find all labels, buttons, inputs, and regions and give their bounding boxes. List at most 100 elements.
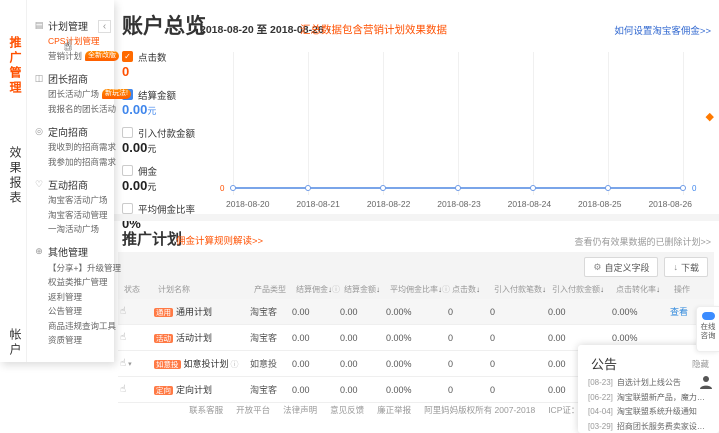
rail-item-promotion[interactable]: 推广管理	[7, 36, 24, 96]
chart-x-label: 2018-08-25	[578, 199, 621, 209]
chart-data-point[interactable]	[305, 185, 311, 191]
footer-link-feedback[interactable]: 意见反馈	[330, 404, 364, 416]
sidebar-item-rebate-manage[interactable]: 返利管理	[27, 290, 114, 305]
col-avg-commission-rate[interactable]: 平均佣金比率↓ⓘ	[390, 284, 452, 295]
sidebar-collapse-button[interactable]: ‹	[98, 20, 111, 33]
sidebar-item-taoke-activity-manage[interactable]: 淘宝客活动管理	[27, 208, 114, 223]
promoting-status-icon[interactable]: ☝	[120, 358, 126, 369]
target-icon: ◎	[34, 126, 44, 137]
customer-service-person-icon[interactable]	[698, 374, 714, 390]
sidebar-item-taoke-activity-plaza[interactable]: 淘宝客活动广场	[27, 193, 114, 208]
rail-item-reports[interactable]: 效果报表	[7, 146, 24, 206]
sidebar-item-qualification-manage[interactable]: 资质管理	[27, 333, 114, 348]
announcement-item[interactable]: [08-23]自选计划上线公告	[588, 377, 711, 392]
heart-icon: ♡	[34, 179, 44, 190]
chart-data-point[interactable]	[230, 185, 236, 191]
chart-gridline	[383, 52, 384, 195]
sidebar-item-announcement-manage[interactable]: 公告管理	[27, 304, 114, 319]
plan-badge: 通用	[154, 308, 173, 317]
sidebar-item-my-leader-activities[interactable]: 我报名的团长活动	[27, 102, 114, 117]
info-icon: ⓘ	[442, 285, 450, 294]
metric-value: 0	[122, 64, 230, 79]
chart-gridline	[308, 52, 309, 195]
download-icon: ↓	[673, 262, 678, 272]
table-row-general-plan[interactable]: ☝ 通用通用计划 淘宝客 0.00 0.00 0.00% 0 0 0.00 0.…	[118, 299, 714, 325]
chart-x-label: 2018-08-24	[508, 199, 551, 209]
sidebar-item-joined-requests[interactable]: 我参加的招商需求	[27, 155, 114, 170]
chart-data-point[interactable]	[530, 185, 536, 191]
chart-data-point[interactable]	[455, 185, 461, 191]
rail-item-account[interactable]: 帐户	[7, 328, 24, 358]
chart-data-point[interactable]	[605, 185, 611, 191]
chart-data-point[interactable]	[680, 185, 686, 191]
sidebar-group-targeted-recruit[interactable]: ◎ 定向招商	[27, 122, 114, 140]
sidebar-item-share-plus[interactable]: 【分享+】升级管理	[27, 261, 114, 276]
col-settled-commission[interactable]: 结算佣金↓ⓘ	[296, 284, 344, 295]
plan-badge: 活动	[154, 334, 173, 343]
sidebar-group-other-management[interactable]: ⊕ 其他管理	[27, 243, 114, 261]
metric-intro-payment-amount: 引入付款金额 0.00元	[122, 126, 230, 155]
metric-value: 0.00元	[122, 178, 230, 193]
sidebar-group-interactive-recruit[interactable]: ♡ 互动招商	[27, 175, 114, 193]
caret-down-icon[interactable]: ▾	[128, 361, 132, 368]
primary-nav-rail: 推广管理 效果报表 帐户	[0, 0, 27, 362]
custom-fields-button[interactable]: ⚙ 自定义字段	[584, 257, 658, 277]
col-product-type: 产品类型	[254, 284, 296, 295]
chart-x-label: 2018-08-22	[367, 199, 410, 209]
sidebar-item-etao-plaza[interactable]: 一淘活动广场	[27, 222, 114, 237]
footer-link-legal[interactable]: 法律声明	[283, 404, 317, 416]
announcement-item[interactable]: [04-04]淘宝联盟系统升级通知	[588, 406, 711, 421]
announcement-item[interactable]: [03-29]招商团长服务费卖家设置教程	[588, 421, 711, 433]
promoting-status-icon[interactable]: ☝	[120, 332, 126, 343]
online-chat-widget[interactable]: 在线咨询	[696, 306, 719, 352]
col-plan-name: 计划名称	[158, 284, 254, 295]
col-click-conversion[interactable]: 点击转化率↓	[616, 284, 674, 295]
sidebar-item-marketing-plan[interactable]: 营销计划 全新改版	[27, 49, 114, 64]
group-title: 互动招商	[48, 177, 88, 192]
promoting-status-icon[interactable]: ☝	[120, 306, 126, 317]
summary-note: 汇总数据包含营销计划效果数据	[300, 22, 447, 37]
deleted-plans-link[interactable]: 查看仍有效果数据的已删除计划>>	[574, 235, 711, 248]
metric-clicks: ✓ 点击数 0	[122, 50, 230, 79]
left-navigation-panel: 推广管理 效果报表 帐户 ▤ 计划管理 CPS计划管理 营销计划 全新改版 ◫ …	[0, 0, 114, 362]
col-clicks[interactable]: 点击数↓	[452, 284, 494, 295]
intro-payment-checkbox[interactable]	[122, 127, 133, 138]
account-overview-page: 推广管理 效果报表 帐户 ▤ 计划管理 CPS计划管理 营销计划 全新改版 ◫ …	[0, 0, 719, 433]
sidebar-group-leader-recruit[interactable]: ◫ 团长招商	[27, 69, 114, 87]
chart-gridline	[458, 52, 459, 195]
clicks-checkbox[interactable]: ✓	[122, 51, 133, 62]
plan-badge: 如意投	[154, 360, 181, 369]
sort-desc-icon: ↓	[600, 285, 604, 294]
footer-link-contact[interactable]: 联系客服	[189, 404, 223, 416]
sidebar-item-cps-plan[interactable]: CPS计划管理	[27, 34, 114, 49]
view-link[interactable]: 查看	[670, 307, 688, 317]
sort-desc-icon: ↓	[476, 285, 480, 294]
plus-circle-icon: ⊕	[34, 246, 44, 257]
commission-rules-link[interactable]: 佣金计算规则解读>>	[176, 233, 263, 247]
hide-announcement-link[interactable]: 隐藏	[692, 358, 709, 370]
col-settled-amount[interactable]: 结算金额↓	[344, 284, 390, 295]
sidebar-item-received-requests[interactable]: 我收到的招商需求	[27, 140, 114, 155]
sidebar-item-rights-promotion[interactable]: 权益类推广管理	[27, 275, 114, 290]
sidebar-item-violation-query-tool[interactable]: 商品违规查询工具	[27, 319, 114, 334]
download-button[interactable]: ↓ 下载	[664, 257, 708, 277]
info-icon[interactable]: ⓘ	[231, 360, 239, 369]
sort-desc-icon: ↓	[376, 285, 380, 294]
feedback-diamond-icon[interactable]: ◆	[706, 110, 714, 123]
footer-link-report[interactable]: 廉正举报	[377, 404, 411, 416]
commission-help-link[interactable]: 如何设置淘宝客佣金>>	[614, 23, 711, 37]
col-intro-payment-amount[interactable]: 引入付款金额↓	[552, 284, 616, 295]
page-title: 账户总览	[122, 10, 206, 40]
chart-data-point[interactable]	[380, 185, 386, 191]
announcement-item[interactable]: [06-22]淘宝联盟新产品，魔力投上线和...	[588, 392, 711, 407]
plan-icon: ▤	[34, 20, 44, 31]
promoting-status-icon[interactable]: ☝	[120, 384, 126, 395]
footer-link-open-platform[interactable]: 开放平台	[236, 404, 270, 416]
commission-checkbox[interactable]	[122, 165, 133, 176]
avg-commission-rate-checkbox[interactable]	[122, 203, 133, 214]
chat-label: 在线咨询	[700, 322, 717, 340]
footer-copyright: 阿里妈妈版权所有 2007-2018	[424, 404, 535, 416]
sidebar-item-leader-plaza[interactable]: 团长活动广场 新玩法!	[27, 87, 114, 102]
col-intro-payment-count[interactable]: 引入付款笔数↓	[494, 284, 552, 295]
chart-x-label: 2018-08-26	[648, 199, 691, 209]
